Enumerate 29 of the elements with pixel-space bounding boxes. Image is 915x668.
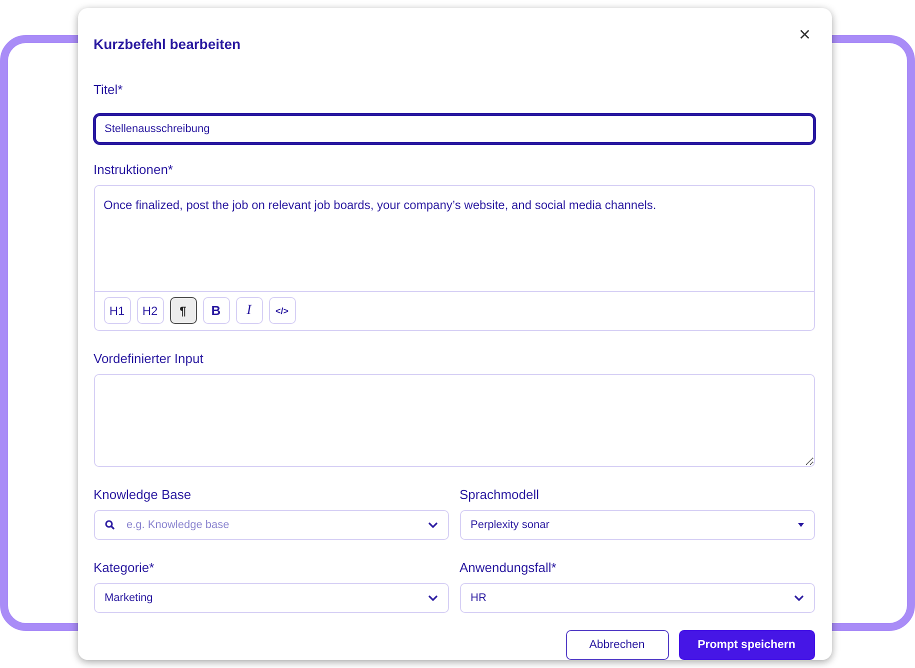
field-label: Vordefinierter Input [94, 350, 204, 366]
search-icon [104, 520, 114, 530]
chevron-down-icon [428, 522, 438, 528]
chevron-down-icon [794, 595, 804, 601]
field-label: Titel* [94, 82, 124, 97]
format-button[interactable]: </> [268, 297, 296, 324]
save-button[interactable]: Prompt speichern [678, 630, 814, 660]
format-button[interactable]: I [236, 297, 262, 324]
close-button[interactable]: × [794, 25, 814, 45]
format-button[interactable]: H1 [104, 297, 130, 324]
dialog-title: Kurzbefehl bearbeiten [94, 36, 241, 52]
field-label: Knowledge Base [94, 487, 192, 502]
dropdown[interactable]: Perplexity sonar [460, 510, 814, 540]
field-label: Instruktionen* [94, 162, 174, 178]
cancel-button[interactable]: Abbrechen [566, 630, 668, 660]
instructions-editor[interactable]: Once finalized, post the job on relevant job boards, your company’s website, and social media channels. H1 H2 ¶ B I </> [94, 185, 814, 331]
dropdown[interactable]: HR [460, 583, 814, 613]
predefined-input-field[interactable] [94, 374, 814, 467]
instructions-text: Once finalized, post the job on relevant job boards, your company’s website, and social media channels. [102, 197, 658, 214]
dropdown[interactable]: Marketing [94, 583, 448, 613]
field-label: Kategorie* [94, 560, 156, 575]
field-label: Sprachmodell [460, 487, 540, 502]
format-button[interactable]: ¶ [170, 297, 196, 324]
caret-icon [798, 523, 804, 527]
chevron-down-icon [428, 595, 438, 601]
field-label: Anwendungsfall* [460, 560, 558, 575]
format-button[interactable]: H2 [136, 297, 164, 324]
title-input[interactable]: Stellenausschreibung [94, 114, 814, 144]
format-button[interactable]: B [202, 297, 230, 324]
